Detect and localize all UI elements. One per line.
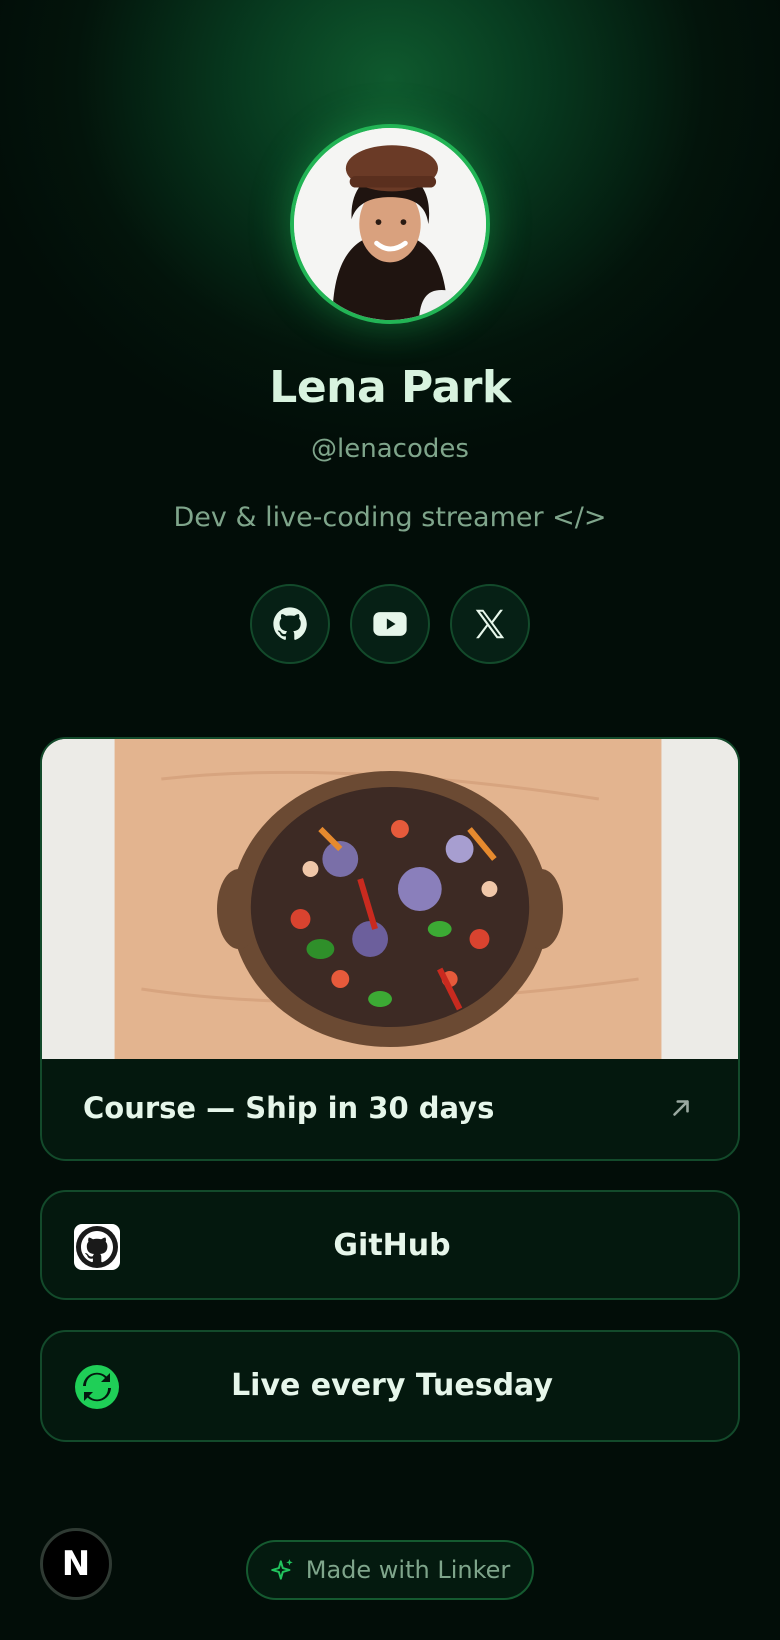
arrow-up-right-icon bbox=[673, 1100, 689, 1116]
live-schedule-link-button[interactable]: Live every Tuesday bbox=[40, 1330, 740, 1442]
github-icon bbox=[273, 607, 307, 640]
made-with-linker-badge[interactable]: Made with Linker bbox=[246, 1540, 534, 1600]
avatar-photo bbox=[294, 128, 486, 320]
n-logo-button[interactable]: N bbox=[40, 1528, 112, 1600]
social-links bbox=[250, 584, 530, 664]
x-social-button[interactable] bbox=[450, 584, 530, 664]
github-link-button[interactable]: GitHub bbox=[40, 1190, 740, 1300]
live-schedule-label: Live every Tuesday bbox=[231, 1368, 553, 1403]
featured-course-card[interactable]: Course — Ship in 30 days bbox=[40, 737, 740, 1161]
profile-bio: Dev & live-coding streamer </> bbox=[173, 502, 607, 533]
profile-avatar bbox=[290, 124, 490, 324]
x-icon bbox=[475, 609, 505, 639]
sparkle-icon bbox=[270, 1559, 293, 1580]
n-logo-letter: N bbox=[61, 1544, 91, 1584]
salad-bowl-photo bbox=[42, 739, 738, 1059]
profile-handle: @lenacodes bbox=[311, 434, 469, 464]
youtube-icon bbox=[373, 612, 407, 636]
github-link-label: GitHub bbox=[333, 1228, 451, 1263]
github-social-button[interactable] bbox=[250, 584, 330, 664]
youtube-social-button[interactable] bbox=[350, 584, 430, 664]
course-thumbnail bbox=[42, 739, 738, 1059]
profile-name: Lena Park bbox=[269, 362, 511, 413]
made-with-label: Made with Linker bbox=[305, 1556, 511, 1584]
course-card-footer: Course — Ship in 30 days bbox=[42, 1059, 738, 1159]
course-title: Course — Ship in 30 days bbox=[83, 1091, 495, 1125]
